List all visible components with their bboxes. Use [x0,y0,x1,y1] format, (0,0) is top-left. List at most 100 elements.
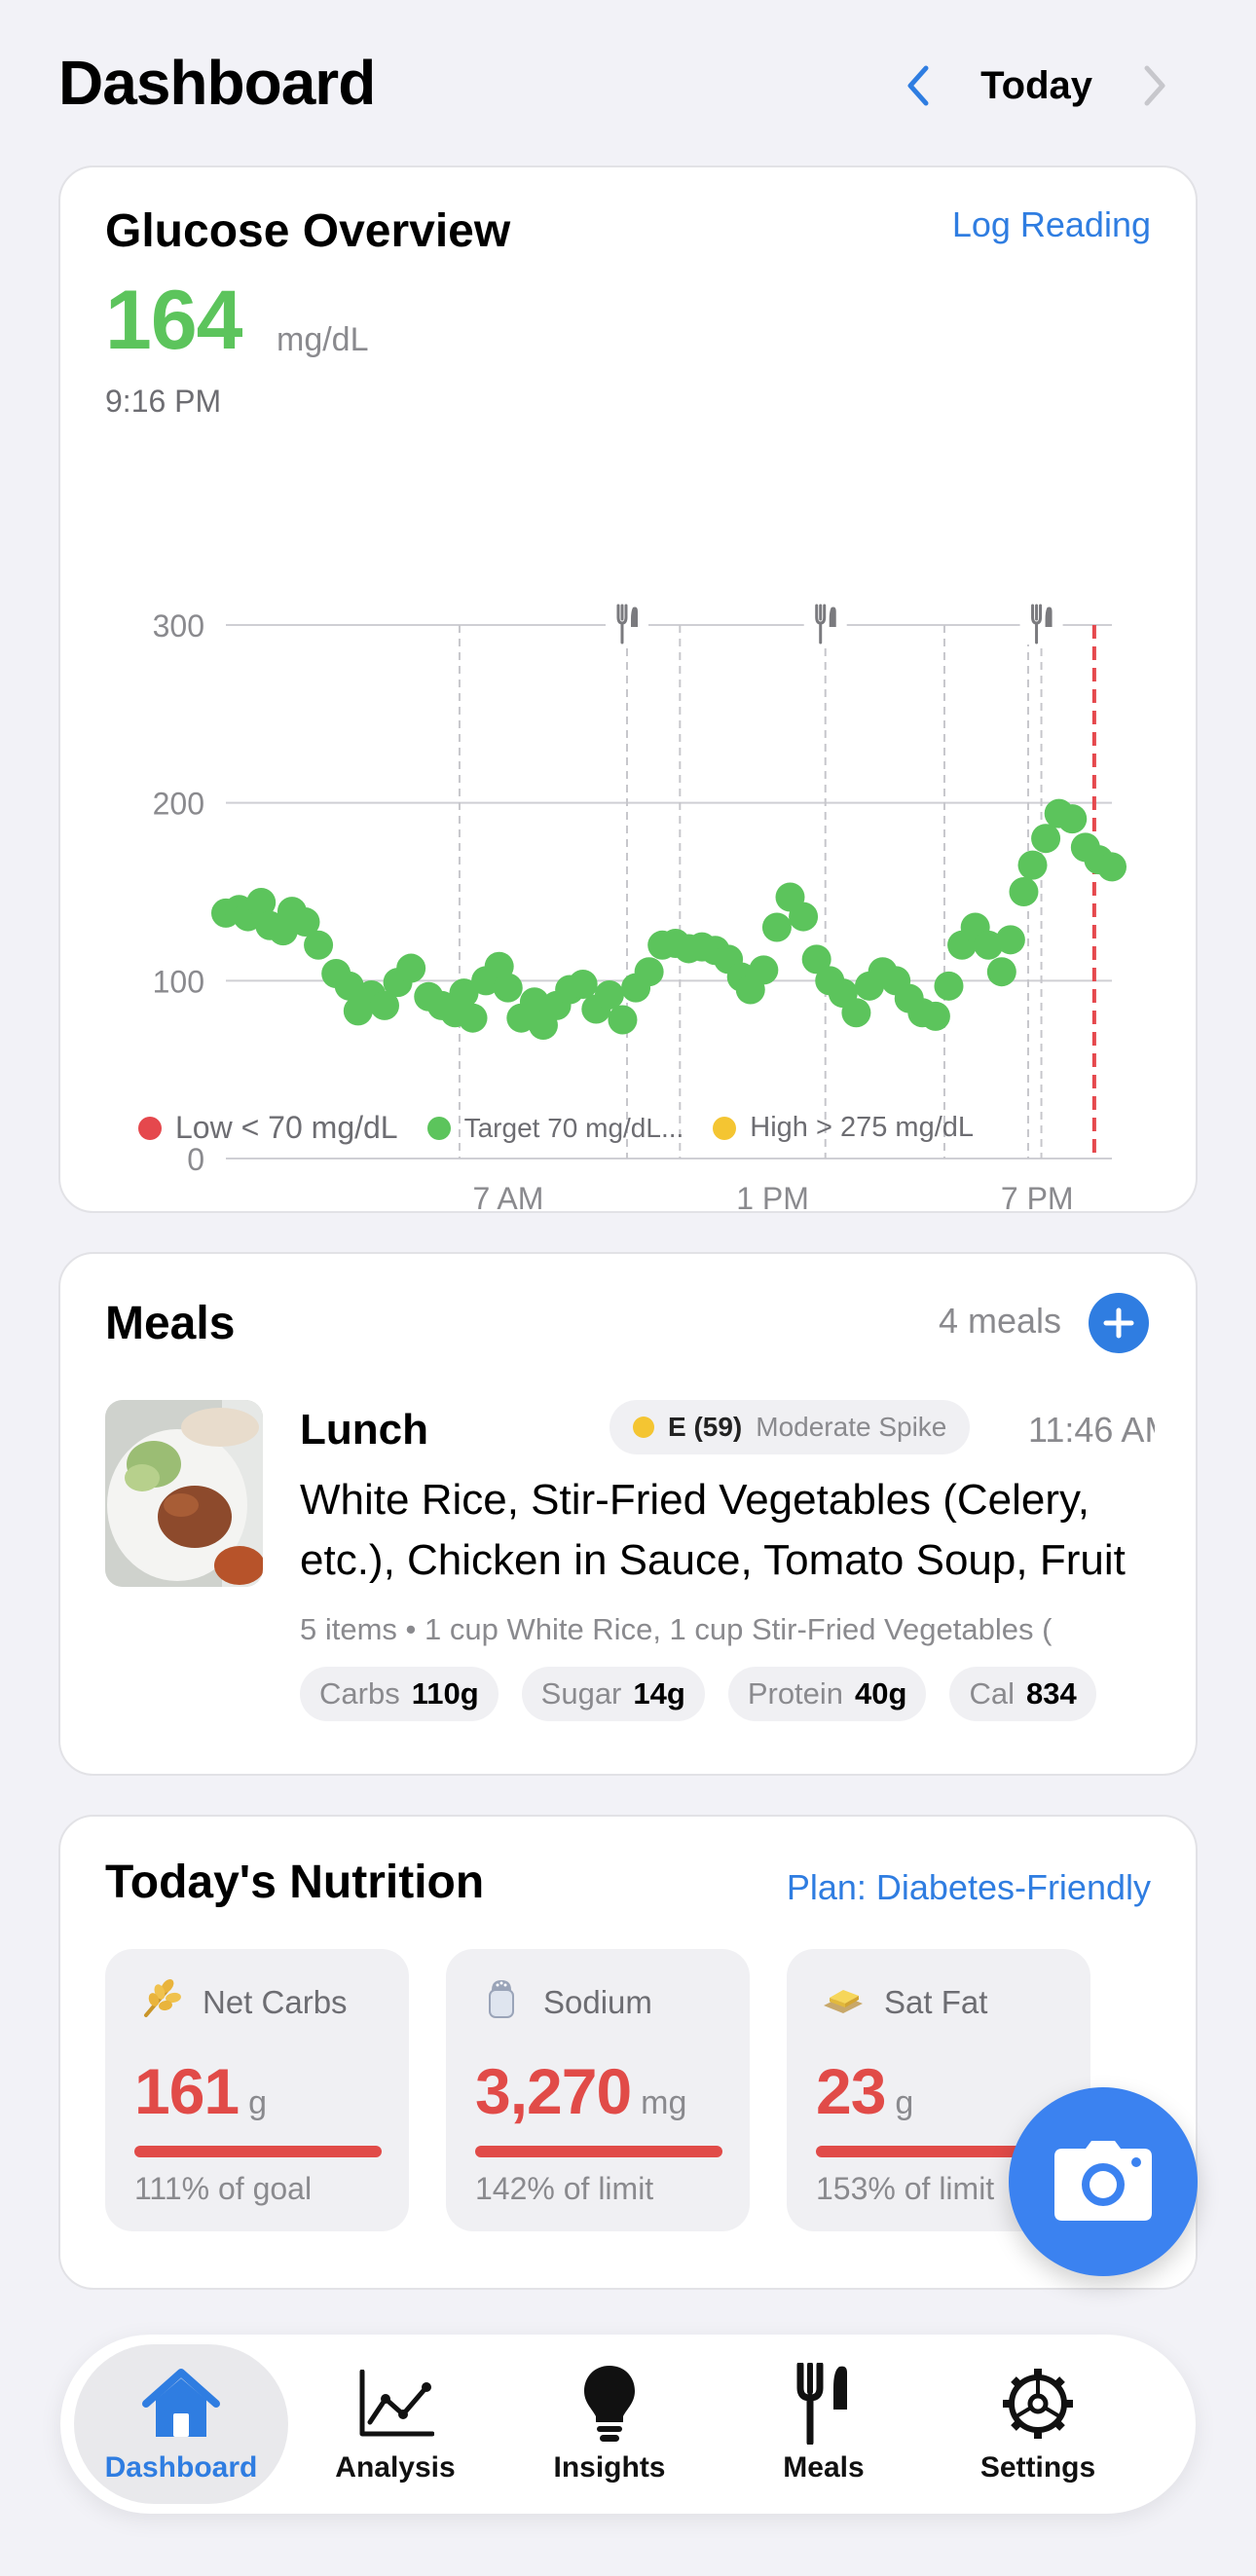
previous-day-button[interactable] [893,56,942,115]
meals-title: Meals [105,1298,236,1349]
glucose-point [594,979,624,1010]
camera-icon [1054,2141,1152,2221]
tab-label: Meals [783,2451,865,2484]
score-grade: E (59) [668,1412,743,1442]
legend-high-label: High > 275 mg/dL [750,1112,975,1143]
chevron-left-icon [907,65,929,106]
legend-target: Target 70 mg/dL... [426,1113,683,1144]
glucose-point [841,998,871,1028]
glucose-title: Glucose Overview [105,205,511,257]
meal-time: 11:46 AM [1028,1410,1155,1450]
glucose-unit: mg/dL [277,321,369,358]
tile-value-number: 23 [816,2055,886,2127]
next-day-button[interactable] [1131,56,1180,115]
tab-dashboard[interactable]: Dashboard [74,2344,288,2504]
meal-photo[interactable] [105,1400,263,1587]
meal-count: 4 meals [938,1301,1061,1341]
tab-label: Insights [553,2451,666,2484]
nutrition-tile-net-carbs[interactable]: Net Carbs 161 g 111% of goal [105,1949,409,2231]
tab-insights[interactable]: Insights [502,2344,717,2504]
score-label: Moderate Spike [756,1412,947,1442]
camera-fab-button[interactable] [1009,2087,1198,2276]
legend-high: High > 275 mg/dL [713,1112,974,1144]
glycemic-score-badge: E (59) Moderate Spike [610,1400,971,1454]
tile-unit: g [248,2084,268,2121]
nutrition-tiles: Net Carbs 161 g 111% of goal Sodium 3,270… [105,1949,1090,2231]
fork-knife-icon [782,2363,866,2445]
glucose-point [458,1003,488,1033]
glucose-chart[interactable]: 0 100 200 300 7 AM 1 PM 7 PM [60,430,1198,1213]
tile-unit: mg [641,2084,687,2121]
score-dot [633,1417,654,1438]
plus-icon [1103,1307,1134,1339]
chevron-right-icon [1144,65,1165,106]
progress-bar [134,2146,382,2157]
glucose-point [1017,850,1048,880]
glucose-point [761,912,792,942]
legend-low: Low < 70 mg/dL [138,1110,398,1146]
glucose-point [789,902,819,932]
butter-icon [824,1990,863,2013]
tile-value: 23 g [816,2054,913,2128]
x-tick-label: 7 PM [1001,1181,1074,1213]
progress-bar [475,2146,722,2157]
house-icon [139,2364,223,2444]
nutrition-tile-sodium[interactable]: Sodium 3,270 mg 142% of limit [446,1949,750,2231]
y-tick-label: 0 [187,1142,204,1177]
tile-value: 161 g [134,2054,267,2128]
macro-protein: Protein 40g [727,1667,927,1721]
glucose-point [1097,852,1127,882]
y-tick-label: 200 [153,787,204,822]
meal-items-summary: 5 items • 1 cup White Rice, 1 cup Stir-F… [300,1612,1053,1646]
chart-line-icon [353,2364,437,2444]
macro-value: 110g [411,1676,479,1711]
tab-settings[interactable]: Settings [931,2344,1145,2504]
meal-foods[interactable]: White Rice, Stir-Fried Vegetables (Celer… [300,1470,1157,1591]
meals-card: Meals 4 meals Lunch E (59) Moderate Spik… [58,1252,1198,1776]
header: Dashboard Today [0,0,1256,166]
tile-subtext: 142% of limit [475,2171,654,2206]
gear-icon [996,2364,1080,2444]
macro-value: 834 [1025,1676,1077,1711]
add-meal-button[interactable] [1089,1293,1149,1353]
date-label[interactable]: Today [980,64,1092,108]
macro-key: Cal [969,1676,1015,1711]
reading-time: 9:16 PM [105,384,222,419]
glucose-point [986,957,1016,987]
macro-calories: Cal 834 [949,1667,1096,1721]
meal-name: Lunch [300,1406,428,1454]
y-tick-label: 300 [153,608,204,644]
macro-carbs: Carbs 110g [300,1667,499,1721]
legend-low-dot [138,1116,162,1140]
macro-sugar: Sugar 14g [521,1667,705,1721]
tile-value: 3,270 mg [475,2054,686,2128]
glucose-point [1057,804,1088,834]
glucose-overview-card: Glucose Overview Log Reading 164 mg/dL 9… [58,166,1198,1213]
tab-label: Analysis [335,2451,456,2484]
chart-legend: Low < 70 mg/dL Target 70 mg/dL... High >… [138,1110,974,1146]
tile-subtext: 111% of goal [134,2171,313,2206]
date-navigator: Today [893,56,1180,115]
legend-high-dot [713,1116,737,1140]
x-tick-label: 1 PM [736,1181,809,1213]
glucose-point [396,953,426,983]
plan-link[interactable]: Plan: Diabetes-Friendly [787,1867,1151,1908]
log-reading-button[interactable]: Log Reading [952,204,1151,245]
glucose-point [493,973,523,1003]
tile-subtext: 153% of limit [816,2171,995,2206]
meal-foods-line2: etc.), Chicken in Sauce, Tomato Soup, Fr… [300,1536,1126,1584]
tab-analysis[interactable]: Analysis [288,2344,502,2504]
glucose-point [920,1001,950,1031]
tile-name: Sodium [543,1984,652,2020]
macro-key: Protein [747,1676,844,1711]
meal-macros: Carbs 110g Sugar 14g Protein 40g Cal 834 [300,1667,1157,1723]
wheat-icon [144,1979,181,2017]
salt-shaker-icon [489,1980,514,2018]
meal-foods-line1: White Rice, Stir-Fried Vegetables (Celer… [300,1476,1090,1524]
tile-value-number: 161 [134,2055,240,2127]
tab-meals[interactable]: Meals [717,2344,931,2504]
tab-label: Settings [979,2451,1096,2484]
tab-bar: Dashboard Analysis Insights Meals Settin… [60,2335,1196,2514]
tile-name: Net Carbs [203,1984,348,2020]
macro-value: 40g [855,1676,907,1711]
